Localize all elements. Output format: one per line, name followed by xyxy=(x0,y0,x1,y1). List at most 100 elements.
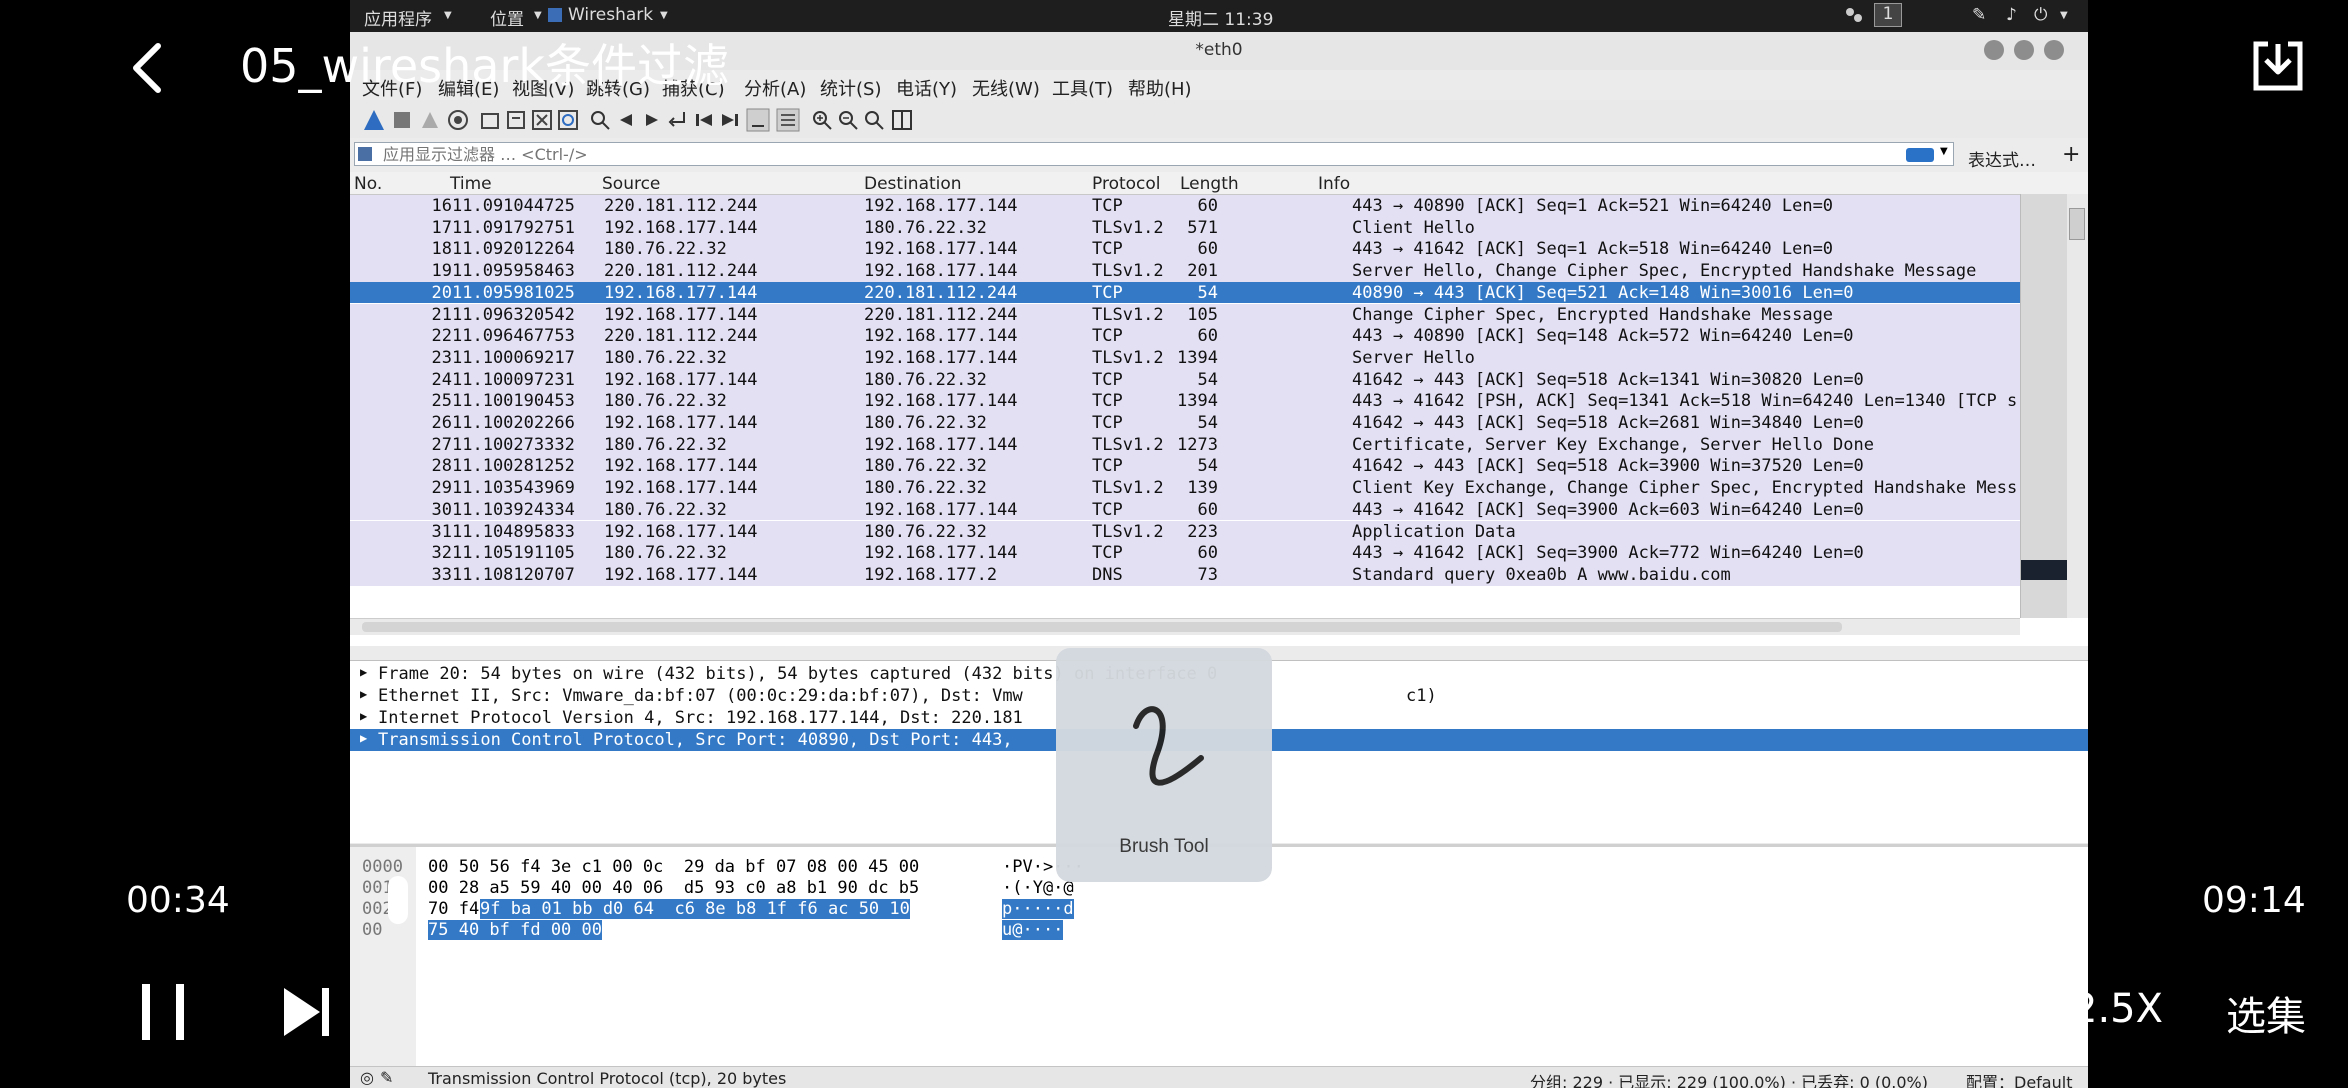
reload-file-icon[interactable] xyxy=(556,108,580,132)
packet-row[interactable]: 24 11.100097231 192.168.177.144 180.76.22.3… xyxy=(350,368,2020,391)
packet-cell-time: 11.103924334 xyxy=(452,499,575,520)
packet-cell-no: 30 xyxy=(431,499,452,520)
minimize-button[interactable] xyxy=(1984,40,2004,60)
packet-row[interactable]: 16 11.091044725 220.181.112.244 192.168.177… xyxy=(350,195,2020,217)
packet-cell-src: 180.76.22.32 xyxy=(604,434,727,455)
expert-info-icon[interactable]: ◎ xyxy=(360,1068,374,1087)
zoom-normal-icon[interactable] xyxy=(862,108,886,132)
packet-cell-time: 11.091792751 xyxy=(452,217,575,238)
column-protocol[interactable]: Protocol xyxy=(1092,174,1161,194)
column-length[interactable]: Length xyxy=(1180,174,1239,194)
packet-cell-src: 220.181.112.244 xyxy=(604,196,758,216)
capture-comment-icon[interactable]: ✎ xyxy=(380,1068,393,1087)
packet-list-scrollbar[interactable] xyxy=(2020,194,2088,618)
packet-row[interactable]: 25 11.100190453 180.76.22.32 192.168.177.14… xyxy=(350,390,2020,412)
accessibility-icon[interactable]: ✎ xyxy=(1972,5,1986,25)
packet-row[interactable]: 30 11.103924334 180.76.22.32 192.168.177.14… xyxy=(350,498,2020,521)
capture-options-icon[interactable] xyxy=(446,108,470,132)
packet-cell-no: 19 xyxy=(431,261,452,282)
stop-capture-icon[interactable] xyxy=(390,108,414,132)
zoom-out-icon[interactable] xyxy=(836,108,860,132)
display-filter-input[interactable] xyxy=(354,142,1954,166)
go-to-packet-icon[interactable] xyxy=(666,108,690,132)
packet-cell-dst: 180.76.22.32 xyxy=(864,521,987,542)
menu-statistics[interactable]: 统计(S) xyxy=(820,75,881,101)
status-bar: ◎ ✎ Transmission Control Protocol (tcp),… xyxy=(350,1066,2088,1088)
apps-menu[interactable]: 应用程序 xyxy=(364,5,432,30)
column-destination[interactable]: Destination xyxy=(864,174,962,194)
go-forward-icon[interactable] xyxy=(640,108,664,132)
column-no[interactable]: No. xyxy=(354,174,382,194)
packet-row[interactable]: 23 11.100069217 180.76.22.32 192.168.177.14… xyxy=(350,346,2020,369)
packet-cell-dst: 192.168.177.144 xyxy=(864,326,1018,347)
menu-telephony[interactable]: 电话(Y) xyxy=(896,75,957,101)
column-info[interactable]: Info xyxy=(1318,174,1350,194)
zoom-in-icon[interactable] xyxy=(810,108,834,132)
workspace-indicator[interactable]: 1 xyxy=(1874,3,1902,27)
packet-row[interactable]: 20 11.095981025 192.168.177.144 220.181.112… xyxy=(350,281,2020,304)
go-back-icon[interactable] xyxy=(614,108,638,132)
menu-wireless[interactable]: 无线(W) xyxy=(972,75,1040,101)
expression-button[interactable]: 表达式… xyxy=(1968,146,2036,171)
add-filter-button[interactable]: + xyxy=(2062,142,2080,167)
status-profile[interactable]: 配置：Default xyxy=(1966,1069,2072,1088)
start-capture-icon[interactable] xyxy=(362,108,386,132)
back-icon[interactable] xyxy=(120,38,180,98)
maximize-button[interactable] xyxy=(2014,40,2034,60)
restart-capture-icon[interactable] xyxy=(418,108,442,132)
power-icon[interactable]: ⏻ xyxy=(2034,5,2047,25)
network-icon[interactable] xyxy=(1844,6,1864,22)
packet-cell-len: 60 xyxy=(1197,499,1218,520)
download-icon[interactable] xyxy=(2248,36,2308,96)
packet-cell-no: 25 xyxy=(431,391,452,412)
resize-columns-icon[interactable] xyxy=(890,108,914,132)
packet-cell-time: 11.096320542 xyxy=(452,304,575,325)
open-file-icon[interactable] xyxy=(478,108,502,132)
packet-row[interactable]: 33 11.108120707 192.168.177.144 192.168.177… xyxy=(350,563,2020,586)
pause-icon[interactable] xyxy=(140,982,186,1042)
packet-row[interactable]: 27 11.100273332 180.76.22.32 192.168.177.14… xyxy=(350,433,2020,456)
packet-row[interactable]: 18 11.092012264 180.76.22.32 192.168.177.14… xyxy=(350,238,2020,261)
close-button[interactable] xyxy=(2044,40,2064,60)
find-packet-icon[interactable] xyxy=(588,108,612,132)
packet-row[interactable]: 17 11.091792751 192.168.177.144 180.76.22.3… xyxy=(350,216,2020,239)
packet-row[interactable]: 19 11.095958463 220.181.112.244 192.168.177… xyxy=(350,260,2020,282)
packet-cell-dst: 180.76.22.32 xyxy=(864,456,987,477)
active-app-menu[interactable]: Wireshark xyxy=(568,5,653,25)
packet-row[interactable]: 22 11.096467753 220.181.112.244 192.168.177… xyxy=(350,325,2020,347)
menu-analyze[interactable]: 分析(A) xyxy=(744,75,806,101)
filter-history-arrow-icon[interactable]: ▼ xyxy=(1940,146,1948,157)
packet-cell-info: 443 → 41642 [ACK] Seq=3900 Ack=772 Win=6… xyxy=(1352,543,1864,564)
apply-filter-icon[interactable] xyxy=(1906,148,1934,162)
packet-row[interactable]: 28 11.100281252 192.168.177.144 180.76.22.3… xyxy=(350,455,2020,478)
packet-cell-time: 11.100190453 xyxy=(452,391,575,412)
episodes-button[interactable]: 选集 xyxy=(2226,984,2306,1042)
column-source[interactable]: Source xyxy=(602,174,660,194)
save-file-icon[interactable] xyxy=(504,108,528,132)
menu-help[interactable]: 帮助(H) xyxy=(1128,75,1192,101)
brush-tool-popup[interactable]: Brush Tool xyxy=(1056,648,1272,882)
packet-row[interactable]: 32 11.105191105 180.76.22.32 192.168.177.14… xyxy=(350,542,2020,564)
packet-row[interactable]: 26 11.100202266 192.168.177.144 180.76.22.3… xyxy=(350,412,2020,434)
progress-slider-knob[interactable] xyxy=(388,876,408,924)
next-icon[interactable] xyxy=(282,986,332,1038)
packet-row[interactable]: 29 11.103543969 192.168.177.144 180.76.22.3… xyxy=(350,477,2020,499)
volume-icon[interactable]: ♪ xyxy=(2006,5,2017,25)
packet-cell-no: 32 xyxy=(431,543,452,564)
playback-speed-button[interactable]: 2.5X xyxy=(2072,986,2163,1032)
colorize-icon[interactable] xyxy=(776,108,800,132)
filter-bookmark-icon[interactable] xyxy=(358,147,372,161)
close-file-icon[interactable] xyxy=(530,108,554,132)
packet-cell-no: 26 xyxy=(431,413,452,433)
system-menu-arrow-icon[interactable]: ▼ xyxy=(2060,10,2068,21)
packet-list-hscrollbar[interactable] xyxy=(350,618,2020,635)
autoscroll-icon[interactable] xyxy=(746,108,770,132)
last-packet-icon[interactable] xyxy=(718,108,742,132)
packet-row[interactable]: 31 11.104895833 192.168.177.144 180.76.22.3… xyxy=(350,520,2020,543)
menu-tools[interactable]: 工具(T) xyxy=(1052,75,1113,101)
places-menu[interactable]: 位置 xyxy=(490,5,524,30)
first-packet-icon[interactable] xyxy=(692,108,716,132)
packet-row[interactable]: 21 11.096320542 192.168.177.144 220.181.112… xyxy=(350,303,2020,326)
clock[interactable]: 星期二 11:39 xyxy=(1168,5,1273,30)
column-time[interactable]: Time xyxy=(450,174,492,194)
